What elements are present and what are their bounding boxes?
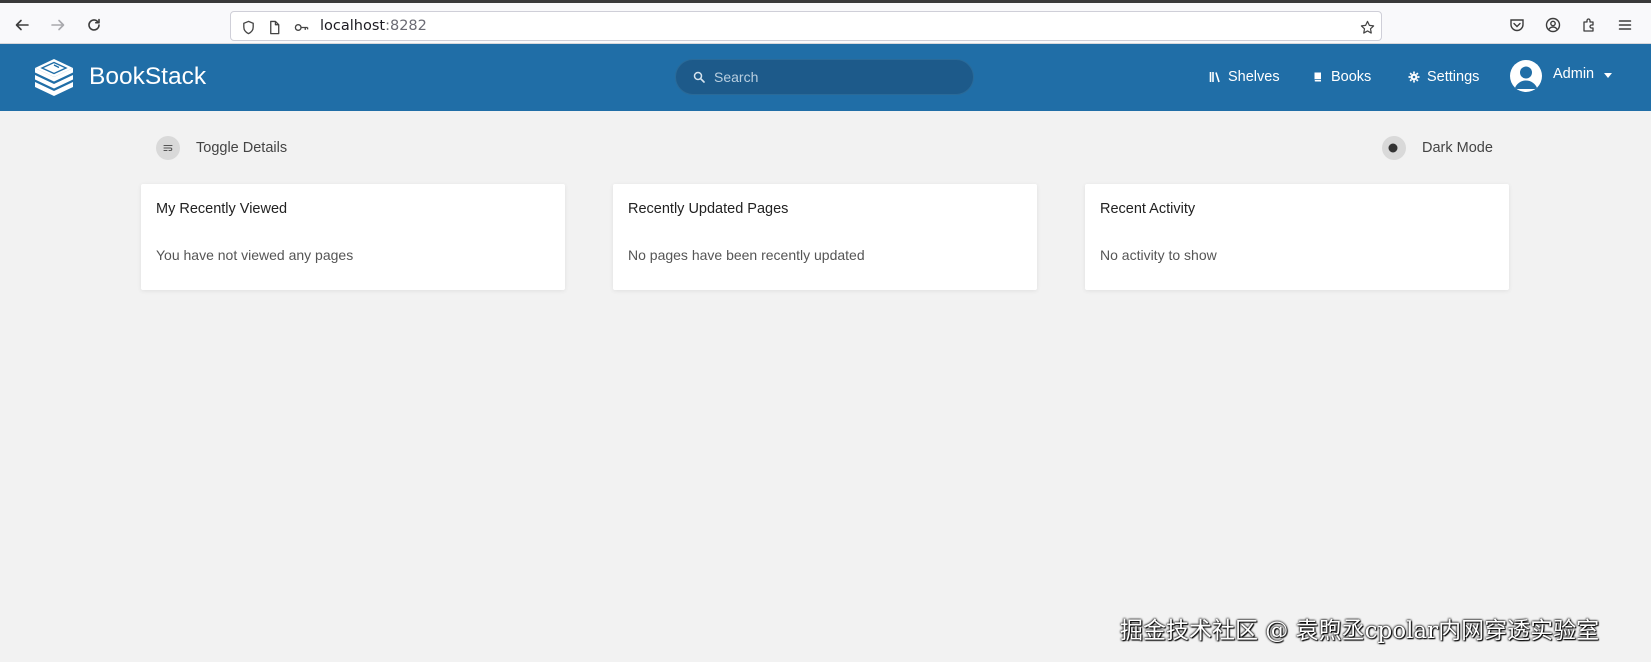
user-avatar-icon xyxy=(1514,66,1538,89)
url-host: localhost xyxy=(320,18,386,34)
search-box[interactable] xyxy=(675,59,974,95)
extensions-button[interactable] xyxy=(1576,12,1602,38)
caret-down-icon[interactable] xyxy=(1604,73,1612,78)
nav-settings-link[interactable]: Settings xyxy=(1408,66,1479,88)
key-icon[interactable] xyxy=(292,18,310,36)
app-name: BookStack xyxy=(89,63,207,90)
puzzle-icon xyxy=(1583,18,1594,32)
search-input[interactable] xyxy=(714,64,964,90)
pocket-icon xyxy=(1510,19,1524,32)
nav-shelves-link[interactable]: Shelves xyxy=(1209,66,1280,88)
browser-toolbar: localhost:8282 xyxy=(0,0,1651,44)
dark-mode-icon-wrap xyxy=(1382,136,1406,160)
nav-books-link[interactable]: Books xyxy=(1312,66,1371,88)
nav-shelves-label: Shelves xyxy=(1228,69,1280,85)
page-icon[interactable] xyxy=(265,18,283,36)
user-menu-name[interactable]: Admin xyxy=(1553,66,1594,82)
pocket-button[interactable] xyxy=(1504,12,1530,38)
logo-link[interactable]: BookStack xyxy=(32,57,206,97)
toggle-details-icon-wrap xyxy=(156,136,180,160)
toggle-details-button[interactable]: Toggle Details xyxy=(156,135,287,161)
toggle-details-icon xyxy=(163,144,173,152)
bookmark-star-icon[interactable] xyxy=(1358,18,1376,36)
arrow-left-icon xyxy=(15,19,29,31)
shield-icon[interactable] xyxy=(239,18,257,36)
shelves-icon xyxy=(1209,72,1220,83)
url-port: :8282 xyxy=(385,18,427,34)
app-header: BookStack Shelves Books Settings Admin xyxy=(0,44,1651,111)
account-icon xyxy=(1545,17,1561,33)
card-empty-message: You have not viewed any pages xyxy=(156,247,354,263)
bookstack-logo-icon xyxy=(35,59,73,96)
reload-icon xyxy=(88,18,100,31)
url-bar[interactable]: localhost:8282 xyxy=(230,11,1382,41)
recently-updated-pages-card: Recently Updated Pages No pages have bee… xyxy=(613,184,1037,290)
forward-button[interactable] xyxy=(44,11,72,39)
hamburger-icon xyxy=(1618,20,1632,30)
card-title: Recent Activity xyxy=(1100,201,1196,217)
back-button[interactable] xyxy=(8,11,36,39)
nav-settings-label: Settings xyxy=(1427,69,1480,85)
account-button[interactable] xyxy=(1540,12,1566,38)
arrow-right-icon xyxy=(51,19,65,31)
gear-icon xyxy=(1408,71,1420,83)
reload-button[interactable] xyxy=(80,11,108,39)
card-empty-message: No pages have been recently updated xyxy=(628,247,865,263)
card-title: My Recently Viewed xyxy=(156,201,288,217)
search-icon xyxy=(693,71,705,83)
watermark-text: 掘金技术社区 @ 袁煦丞cpolar内网穿透实验室 xyxy=(1120,618,1600,644)
nav-books-label: Books xyxy=(1331,69,1372,85)
dark-mode-button[interactable]: Dark Mode xyxy=(1382,135,1493,161)
recent-activity-card: Recent Activity No activity to show xyxy=(1085,184,1509,290)
menu-button[interactable] xyxy=(1612,12,1638,38)
user-avatar[interactable] xyxy=(1510,60,1542,92)
card-empty-message: No activity to show xyxy=(1100,247,1217,263)
book-icon xyxy=(1314,72,1321,82)
toggle-details-label: Toggle Details xyxy=(196,140,288,156)
url-text[interactable]: localhost:8282 xyxy=(320,18,427,34)
moon-icon xyxy=(1388,143,1398,153)
card-title[interactable]: Recently Updated Pages xyxy=(628,201,788,217)
dark-mode-label: Dark Mode xyxy=(1422,140,1493,156)
recently-viewed-card: My Recently Viewed You have not viewed a… xyxy=(141,184,565,290)
